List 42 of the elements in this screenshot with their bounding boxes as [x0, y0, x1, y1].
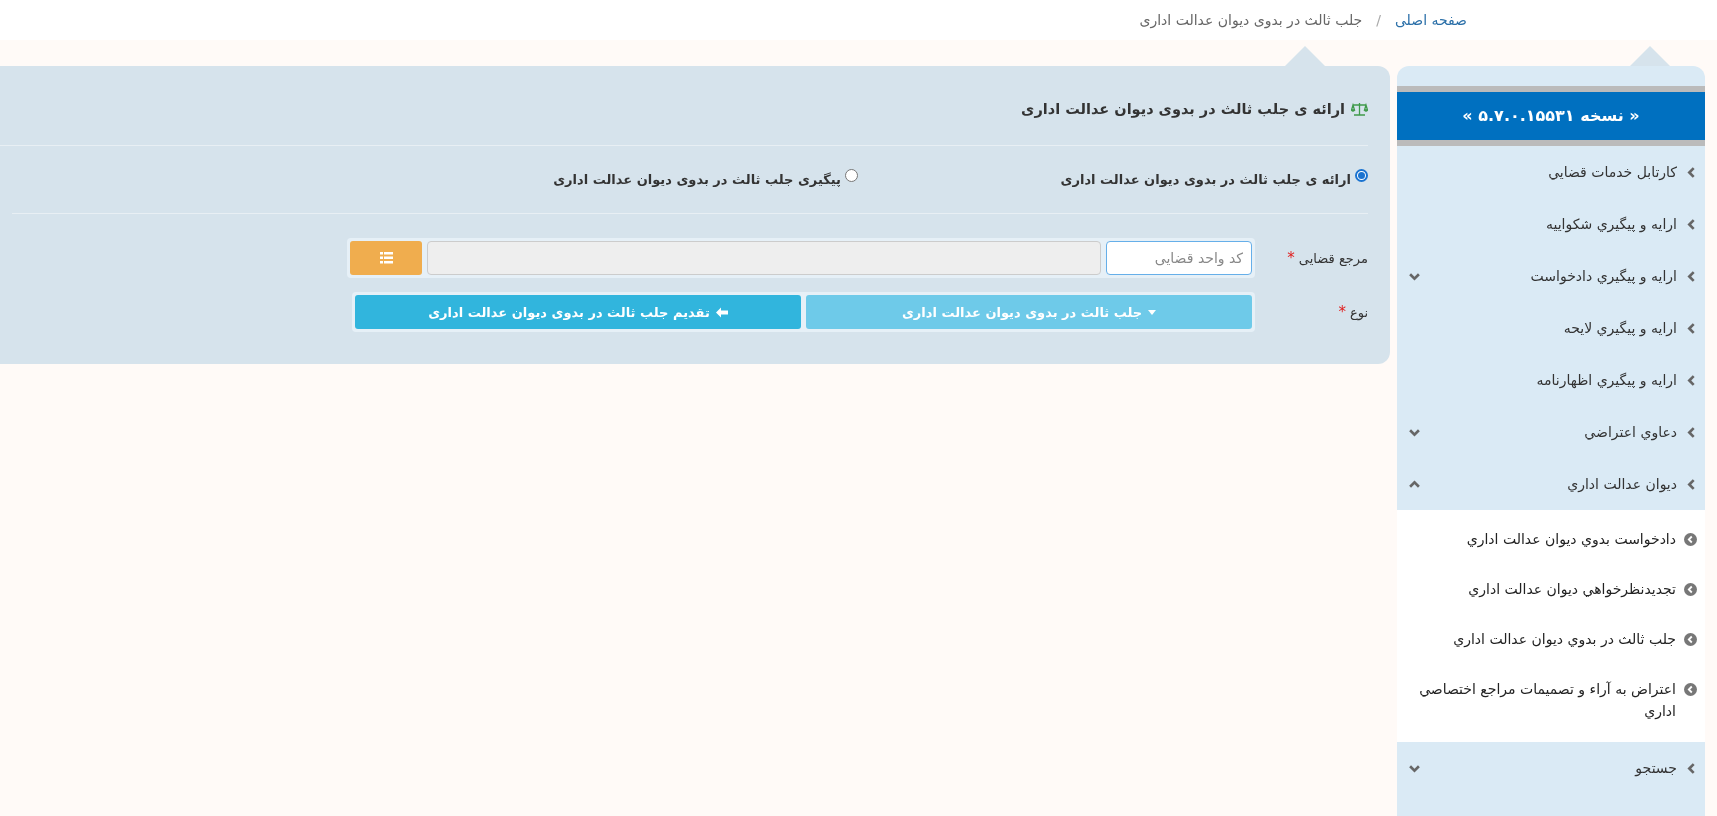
- required-mark: *: [1338, 303, 1346, 321]
- menu-item[interactable]: جستجو: [1397, 742, 1705, 794]
- chevron-left-icon: [1686, 166, 1697, 178]
- chevron-left-icon: [1686, 426, 1697, 438]
- chevron-left-icon: [1686, 762, 1697, 774]
- radio-option[interactable]: پیگیری جلب ثالث در بدوی دیوان عدالت اداری: [348, 172, 858, 187]
- chevron-left-icon: [1686, 374, 1697, 386]
- submenu-item[interactable]: اعتراض به آراء و تصميمات مراجع اختصاصي اداري: [1397, 664, 1705, 736]
- arrow-left-icon: [715, 306, 728, 318]
- scales-icon: [1351, 101, 1368, 116]
- menu-item[interactable]: ارايه و پيگيري اظهارنامه: [1397, 354, 1705, 406]
- menu-item[interactable]: ارايه و پيگيري لايحه: [1397, 302, 1705, 354]
- circle-chevron-icon: [1684, 683, 1697, 696]
- circle-chevron-icon: [1684, 533, 1697, 546]
- menu-item[interactable]: ارايه و پيگيري شكواييه: [1397, 198, 1705, 250]
- radio-button[interactable]: [845, 169, 858, 182]
- caret-icon: [1148, 309, 1157, 315]
- chevron-left-icon: [1686, 270, 1697, 282]
- field-label: نوع: [1349, 304, 1368, 320]
- breadcrumb-link[interactable]: صفحه اصلی: [1394, 12, 1467, 28]
- submenu-item[interactable]: دادخواست بدوي ديوان عدالت اداري: [1397, 514, 1705, 564]
- required-mark: *: [1287, 249, 1295, 267]
- circle-chevron-icon: [1684, 583, 1697, 596]
- version-banner: « نسخه ۵.۷.۰.۱۵۵۳۱ »: [1397, 86, 1705, 146]
- radio-option[interactable]: ارائه ی جلب ثالث در بدوی دیوان عدالت اداری: [858, 172, 1368, 187]
- field-label: مرجع قضایی: [1298, 250, 1368, 266]
- submenu-item[interactable]: تجديدنظرخواهي ديوان عدالت اداري: [1397, 564, 1705, 614]
- breadcrumb-separator: /: [1376, 12, 1381, 28]
- breadcrumb-current: جلب ثالث در بدوی دیوان عدالت اداری: [1139, 12, 1363, 28]
- chevron-left-icon: [1686, 218, 1697, 230]
- menu-item[interactable]: كارتابل خدمات قضايي: [1397, 146, 1705, 198]
- menu-item[interactable]: ديوان عدالت اداري: [1397, 458, 1705, 510]
- submenu-item[interactable]: جلب ثالث در بدوي ديوان عدالت اداري: [1397, 614, 1705, 664]
- list-icon: [379, 252, 393, 264]
- circle-chevron-icon: [1684, 633, 1697, 646]
- menu-item[interactable]: ارايه و پيگيري دادخواست: [1397, 250, 1705, 302]
- chevron-left-icon: [1686, 322, 1697, 334]
- chevron-left-icon: [1686, 478, 1697, 490]
- menu-item[interactable]: دعاوي اعتراضي: [1397, 406, 1705, 458]
- code-input-field[interactable]: کد واحد قضایی: [1106, 241, 1252, 275]
- panel-title: ارائه ی جلب ثالث در بدوی دیوان عدالت اداری: [1021, 100, 1345, 117]
- radio-button[interactable]: [1355, 169, 1368, 182]
